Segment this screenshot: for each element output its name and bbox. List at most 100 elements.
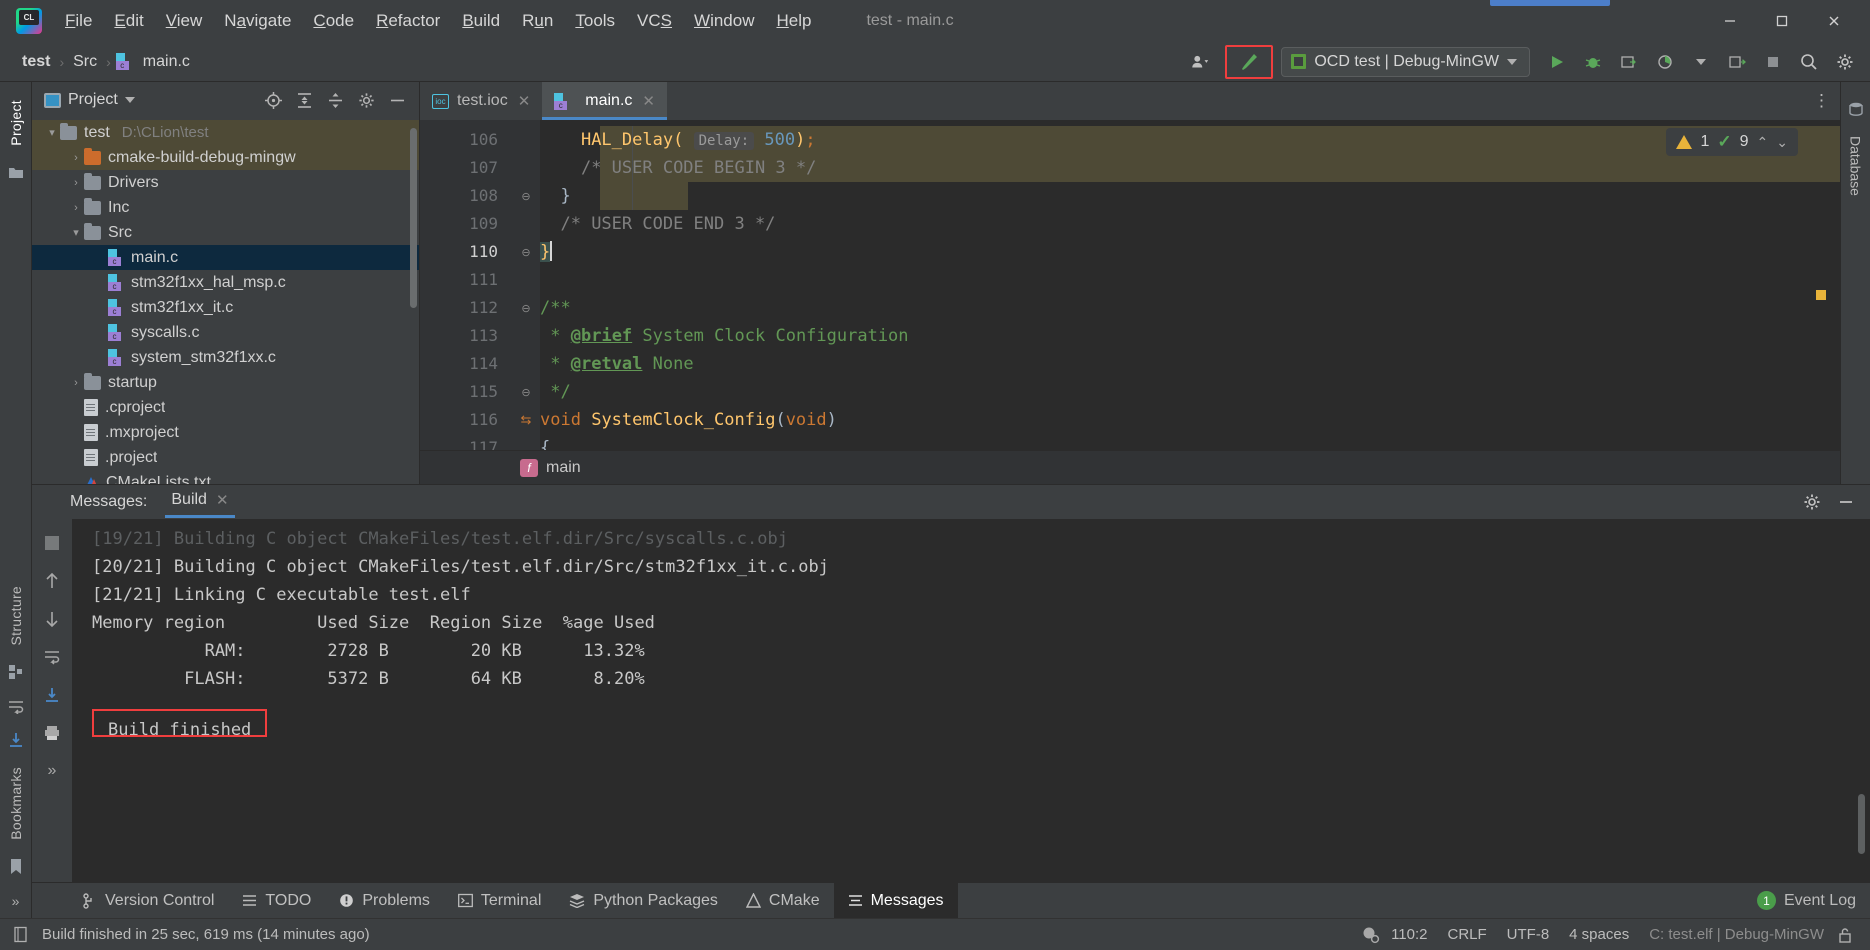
bottom-tab-terminal[interactable]: Terminal [444,883,555,918]
file-encoding[interactable]: UTF-8 [1497,926,1560,943]
inspection-widget[interactable]: 1 ✓ 9 ⌃ ⌄ [1666,128,1798,156]
code-line-109[interactable]: /* USER CODE END 3 */ [540,210,1840,238]
minimize-button[interactable] [1704,0,1756,42]
line-separator[interactable]: CRLF [1438,926,1497,943]
stop-icon[interactable] [1756,47,1790,77]
breadcrumb-project[interactable]: test [18,51,54,73]
project-settings-gear-icon[interactable] [352,87,380,113]
collapse-all-icon[interactable] [321,87,349,113]
code-line-113[interactable]: * @brief System Clock Configuration [540,322,1840,350]
debug-icon[interactable] [1576,47,1610,77]
messages-tab-build[interactable]: Build ✕ [165,487,235,518]
menu-run[interactable]: Run [511,7,564,35]
breadcrumb-function-label[interactable]: main [546,459,581,477]
fold-gutter[interactable]: ⊖ ⊖ ⊖ ⊖ ⇆ [512,120,540,450]
scroll-to-end-icon[interactable] [40,683,64,707]
breadcrumb-folder[interactable]: Src [69,51,101,73]
tree-item-syscalls-c[interactable]: syscalls.c [32,320,419,345]
bottom-tab-version-control[interactable]: Version Control [68,883,228,918]
bottom-tab-cmake[interactable]: CMake [732,883,834,918]
fold-toggle-icon[interactable]: ⊖ [512,182,540,210]
breadcrumb-file[interactable]: main.c [139,51,194,73]
chevron-right-icon[interactable]: › [68,200,84,216]
fold-toggle-icon[interactable]: ⊖ [512,294,540,322]
chevron-down-icon[interactable]: ▾ [44,125,60,141]
coverage-icon[interactable] [1648,47,1682,77]
sidebar-tab-project[interactable]: Project [6,90,26,156]
tree-item-stm32f1xx-hal-msp-c[interactable]: stm32f1xx_hal_msp.c [32,270,419,295]
chevron-right-icon[interactable]: › [68,175,84,191]
menu-file[interactable]: File [54,7,103,35]
chevron-right-icon[interactable]: › [68,150,84,166]
soft-wrap-icon[interactable] [40,645,64,669]
menu-navigate[interactable]: Navigate [213,7,302,35]
search-icon[interactable] [1792,47,1826,77]
code-line-117[interactable]: { [540,434,1840,450]
code-content[interactable]: HAL_Delay( Delay: 500); /* USER CODE BEG… [540,120,1840,450]
code-line-115[interactable]: */ [540,378,1840,406]
close-button[interactable] [1808,0,1860,42]
tree-item-test[interactable]: ▾ test D:\CLion\test [32,120,419,145]
hide-panel-icon[interactable] [383,87,411,113]
chevron-right-icon[interactable]: › [68,375,84,391]
more-icon[interactable]: » [5,890,27,912]
attach-icon[interactable] [1612,47,1646,77]
project-tree-scrollbar[interactable] [410,128,417,308]
menu-vcs[interactable]: VCS [626,7,683,35]
scroll-to-end-icon[interactable] [5,729,27,751]
account-icon[interactable] [1183,47,1217,77]
sidebar-tab-bookmarks[interactable]: Bookmarks [6,757,26,850]
bottom-tab-python-packages[interactable]: Python Packages [555,883,732,918]
menu-help[interactable]: Help [765,7,822,35]
close-messages-tab-icon[interactable]: ✕ [216,491,229,509]
messages-hide-icon[interactable] [1832,489,1860,515]
sidebar-tab-database[interactable]: Database [1848,126,1864,206]
fold-toggle-icon[interactable]: ⊖ [512,378,540,406]
editor-tab-test-ioc[interactable]: ioc test.ioc ✕ [420,82,542,120]
print-icon[interactable] [40,721,64,745]
tree-item-stm32f1xx-it-c[interactable]: stm32f1xx_it.c [32,295,419,320]
close-tab-icon[interactable]: ✕ [642,92,655,110]
code-line-110[interactable]: } [540,238,1840,266]
menu-refactor[interactable]: Refactor [365,7,451,35]
tree-item--cproject[interactable]: .cproject [32,395,419,420]
locate-icon[interactable] [259,87,287,113]
scroll-up-icon[interactable] [40,569,64,593]
memory-icon[interactable] [1359,925,1381,945]
fold-toggle-icon[interactable]: ⊖ [512,238,540,266]
profile-icon[interactable] [1720,47,1754,77]
code-line-108[interactable]: } [540,182,1840,210]
code-line-111[interactable] [540,266,1840,294]
build-output[interactable]: [19/21] Building C object CMakeFiles/tes… [72,519,1870,882]
event-log-area[interactable]: 1 Event Log [1756,883,1870,918]
chevron-down-icon-toolbar[interactable] [1684,47,1718,77]
scroll-down-icon[interactable] [40,607,64,631]
code-line-107[interactable]: /* USER CODE BEGIN 3 */ [540,154,1840,182]
code-line-106[interactable]: HAL_Delay( Delay: 500); [540,126,1840,154]
expand-all-icon[interactable] [290,87,318,113]
lock-icon[interactable] [1834,925,1856,945]
editor-tab-main-c[interactable]: main.c ✕ [542,82,667,120]
menu-window[interactable]: Window [683,7,765,35]
tree-item-drivers[interactable]: › Drivers [32,170,419,195]
code-line-114[interactable]: * @retval None [540,350,1840,378]
tree-item-cmakelists-txt[interactable]: CMakeLists.txt [32,470,419,484]
tree-item-src[interactable]: ▾ Src [32,220,419,245]
messages-scrollbar[interactable] [1858,794,1865,854]
stop-icon[interactable] [40,531,64,555]
tree-item--mxproject[interactable]: .mxproject [32,420,419,445]
sidebar-tab-structure[interactable]: Structure [6,576,26,656]
code-line-116[interactable]: void SystemClock_Config(void) [540,406,1840,434]
run-icon[interactable] [1540,47,1574,77]
maximize-button[interactable] [1756,0,1808,42]
next-problem-icon[interactable]: ⌄ [1776,134,1788,151]
menu-view[interactable]: View [155,7,214,35]
prev-problem-icon[interactable]: ⌃ [1757,134,1769,151]
tree-item-inc[interactable]: › Inc [32,195,419,220]
chevron-down-icon-project[interactable] [124,97,135,103]
error-stripe-marker[interactable] [1816,290,1826,300]
bottom-tab-messages[interactable]: Messages [833,883,958,918]
run-configuration-selector[interactable]: OCD test | Debug-MinGW [1281,46,1530,77]
override-arrow-icon[interactable]: ⇆ [521,412,532,428]
menu-edit[interactable]: Edit [103,7,154,35]
